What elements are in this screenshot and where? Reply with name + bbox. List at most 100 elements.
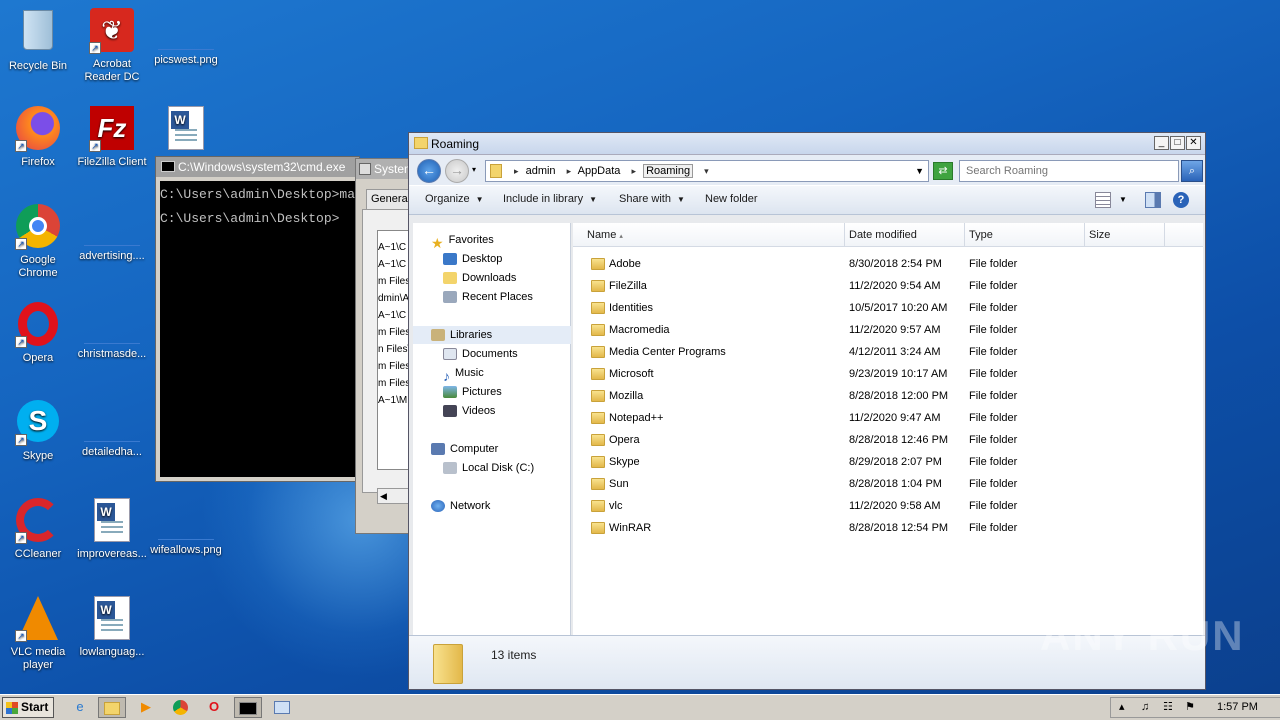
chevron-right-icon[interactable]: ▸ bbox=[631, 166, 636, 176]
volume-icon[interactable]: ♫ bbox=[1141, 698, 1149, 717]
system-properties-window[interactable]: System General A~1\C A~1\C m Files dmin\… bbox=[355, 158, 416, 534]
start-button[interactable]: Start bbox=[2, 697, 54, 718]
list-item[interactable]: A~1\C bbox=[378, 256, 412, 273]
help-icon[interactable]: ? bbox=[1173, 192, 1189, 208]
cmd-console[interactable]: C:\Users\admin\Desktop>ma C:\Users\admin… bbox=[160, 181, 359, 477]
refresh-button[interactable]: ⇄ bbox=[933, 162, 953, 180]
table-row[interactable]: Adobe 8/30/2018 2:54 PM File folder bbox=[573, 253, 1203, 275]
back-button[interactable]: ← bbox=[417, 159, 441, 183]
filezilla-shortcut[interactable]: Fz ↗ FileZilla Client bbox=[74, 106, 150, 169]
nav-documents[interactable]: Documents bbox=[443, 345, 518, 363]
close-button[interactable]: ✕ bbox=[1186, 136, 1201, 150]
ie-taskbar-icon[interactable]: e bbox=[66, 697, 94, 718]
scroll-left-icon[interactable]: ◀ bbox=[380, 491, 387, 502]
search-icon[interactable]: ⌕ bbox=[1181, 160, 1203, 182]
wifeallows-file[interactable]: wifeallows.png bbox=[148, 498, 224, 557]
include-in-library-button[interactable]: Include in library ▼ bbox=[503, 193, 597, 205]
preview-pane-icon[interactable] bbox=[1145, 192, 1161, 208]
picswest-file[interactable]: picswest.png bbox=[148, 8, 224, 67]
skype-shortcut[interactable]: S ↗ Skype bbox=[0, 400, 76, 463]
table-row[interactable]: FileZilla 11/2/2020 9:54 AM File folder bbox=[573, 275, 1203, 297]
nav-recent-places[interactable]: Recent Places bbox=[443, 288, 533, 306]
opera-shortcut[interactable]: ↗ Opera bbox=[0, 302, 76, 365]
system-taskbar-icon[interactable] bbox=[268, 697, 296, 718]
opera-taskbar-icon[interactable]: O bbox=[200, 697, 228, 718]
table-row[interactable]: Skype 8/29/2018 2:07 PM File folder bbox=[573, 451, 1203, 473]
search-box[interactable] bbox=[959, 160, 1179, 182]
maximize-button[interactable]: □ bbox=[1170, 136, 1185, 150]
table-row[interactable]: Sun 8/28/2018 1:04 PM File folder bbox=[573, 473, 1203, 495]
table-row[interactable]: Notepad++ 11/2/2020 9:47 AM File folder bbox=[573, 407, 1203, 429]
chevron-right-icon[interactable]: ▸ bbox=[567, 166, 572, 176]
cmd-window[interactable]: C:\Windows\system32\cmd.exe C:\Users\adm… bbox=[155, 156, 360, 482]
nav-videos[interactable]: Videos bbox=[443, 402, 495, 420]
table-row[interactable]: Microsoft 9/23/2019 10:17 AM File folder bbox=[573, 363, 1203, 385]
breadcrumb-appdata[interactable]: AppData bbox=[578, 165, 621, 177]
chevron-down-icon[interactable]: ▾ bbox=[704, 166, 709, 176]
file-list[interactable]: Name ▴ Date modified Type Size Adobe 8/30… bbox=[573, 223, 1203, 635]
chevron-down-icon[interactable]: ▼ bbox=[1119, 192, 1135, 208]
advertising-file[interactable]: advertising.... bbox=[74, 204, 150, 263]
breadcrumb-admin[interactable]: admin bbox=[526, 165, 556, 177]
new-folder-button[interactable]: New folder bbox=[705, 193, 758, 205]
show-hidden-icons[interactable]: ▴ bbox=[1119, 698, 1125, 717]
table-row[interactable]: Opera 8/28/2018 12:46 PM File folder bbox=[573, 429, 1203, 451]
ccleaner-shortcut[interactable]: ↗ CCleaner bbox=[0, 498, 76, 561]
list-item[interactable]: n Files\ bbox=[378, 341, 412, 358]
list-item[interactable]: A~1\C bbox=[378, 307, 412, 324]
word-document-file[interactable]: W bbox=[148, 106, 224, 156]
vlc-shortcut[interactable]: ↗ VLC media player bbox=[0, 596, 76, 672]
nav-downloads[interactable]: Downloads bbox=[443, 269, 516, 287]
chevron-right-icon[interactable]: ▸ bbox=[514, 166, 519, 176]
address-dropdown-icon[interactable]: ▼ bbox=[915, 161, 924, 181]
christmasde-file[interactable]: christmasde... bbox=[74, 302, 150, 361]
list-item[interactable]: m Files bbox=[378, 375, 412, 392]
table-row[interactable]: Identities 10/5/2017 10:20 AM File folder bbox=[573, 297, 1203, 319]
list-item[interactable]: m Files bbox=[378, 358, 412, 375]
list-item[interactable]: A~1\M bbox=[378, 392, 412, 409]
detailedha-file[interactable]: detailedha... bbox=[74, 400, 150, 459]
list-item[interactable]: A~1\C bbox=[378, 239, 412, 256]
explorer-window[interactable]: Roaming _ □ ✕ ← → ▾ ▸ admin ▸ AppData ▸ … bbox=[408, 132, 1206, 690]
column-type[interactable]: Type bbox=[965, 223, 1085, 247]
chrome-shortcut[interactable]: ↗ Google Chrome bbox=[0, 204, 76, 280]
clock[interactable]: 1:57 PM bbox=[1217, 698, 1258, 717]
sysprop-title-bar[interactable]: System bbox=[356, 159, 414, 179]
recycle-bin-icon[interactable]: Recycle Bin bbox=[0, 8, 76, 73]
column-name[interactable]: Name ▴ bbox=[573, 223, 845, 247]
nav-music[interactable]: ♪ Music bbox=[443, 364, 484, 384]
nav-local-disk[interactable]: Local Disk (C:) bbox=[443, 459, 534, 477]
chrome-taskbar-icon[interactable] bbox=[166, 697, 194, 718]
explorer-taskbar-icon[interactable] bbox=[98, 697, 126, 718]
nav-favorites[interactable]: ★ Favorites bbox=[431, 231, 494, 251]
column-size[interactable]: Size bbox=[1085, 223, 1165, 247]
navigation-pane[interactable]: ★ Favorites Desktop Downloads Recent Plac… bbox=[413, 223, 571, 635]
nav-computer[interactable]: Computer bbox=[431, 440, 498, 458]
explorer-title-bar[interactable]: Roaming _ □ ✕ bbox=[409, 133, 1205, 155]
firefox-shortcut[interactable]: ↗ Firefox bbox=[0, 106, 76, 169]
nav-pictures[interactable]: Pictures bbox=[443, 383, 502, 401]
address-bar[interactable]: ▸ admin ▸ AppData ▸ Roaming ▾ ▼ bbox=[485, 160, 929, 182]
list-item[interactable]: m Files bbox=[378, 273, 412, 290]
media-player-taskbar-icon[interactable]: ▶ bbox=[132, 697, 160, 718]
table-row[interactable]: vlc 11/2/2020 9:58 AM File folder bbox=[573, 495, 1203, 517]
forward-button[interactable]: → bbox=[445, 159, 469, 183]
list-item[interactable]: m Files bbox=[378, 324, 412, 341]
cmd-taskbar-icon[interactable] bbox=[234, 697, 262, 718]
table-row[interactable]: Media Center Programs 4/12/2011 3:24 AM Fi… bbox=[573, 341, 1203, 363]
column-date-modified[interactable]: Date modified bbox=[845, 223, 965, 247]
recent-pages-icon[interactable]: ▾ bbox=[472, 165, 476, 174]
minimize-button[interactable]: _ bbox=[1154, 136, 1169, 150]
flag-icon[interactable]: ⚑ bbox=[1185, 698, 1195, 717]
cmd-title-bar[interactable]: C:\Windows\system32\cmd.exe bbox=[156, 157, 359, 177]
share-with-button[interactable]: Share with ▼ bbox=[619, 193, 685, 205]
lowlanguag-file[interactable]: W lowlanguag... bbox=[74, 596, 150, 659]
view-options-icon[interactable] bbox=[1095, 192, 1111, 208]
organize-button[interactable]: Organize ▼ bbox=[425, 193, 484, 205]
table-row[interactable]: Mozilla 8/28/2018 12:00 PM File folder bbox=[573, 385, 1203, 407]
list-item[interactable]: dmin\A bbox=[378, 290, 412, 307]
nav-desktop[interactable]: Desktop bbox=[443, 250, 502, 268]
breadcrumb-roaming[interactable]: Roaming bbox=[643, 164, 694, 178]
table-row[interactable]: WinRAR 8/28/2018 12:54 PM File folder bbox=[573, 517, 1203, 539]
table-row[interactable]: Macromedia 11/2/2020 9:57 AM File folder bbox=[573, 319, 1203, 341]
